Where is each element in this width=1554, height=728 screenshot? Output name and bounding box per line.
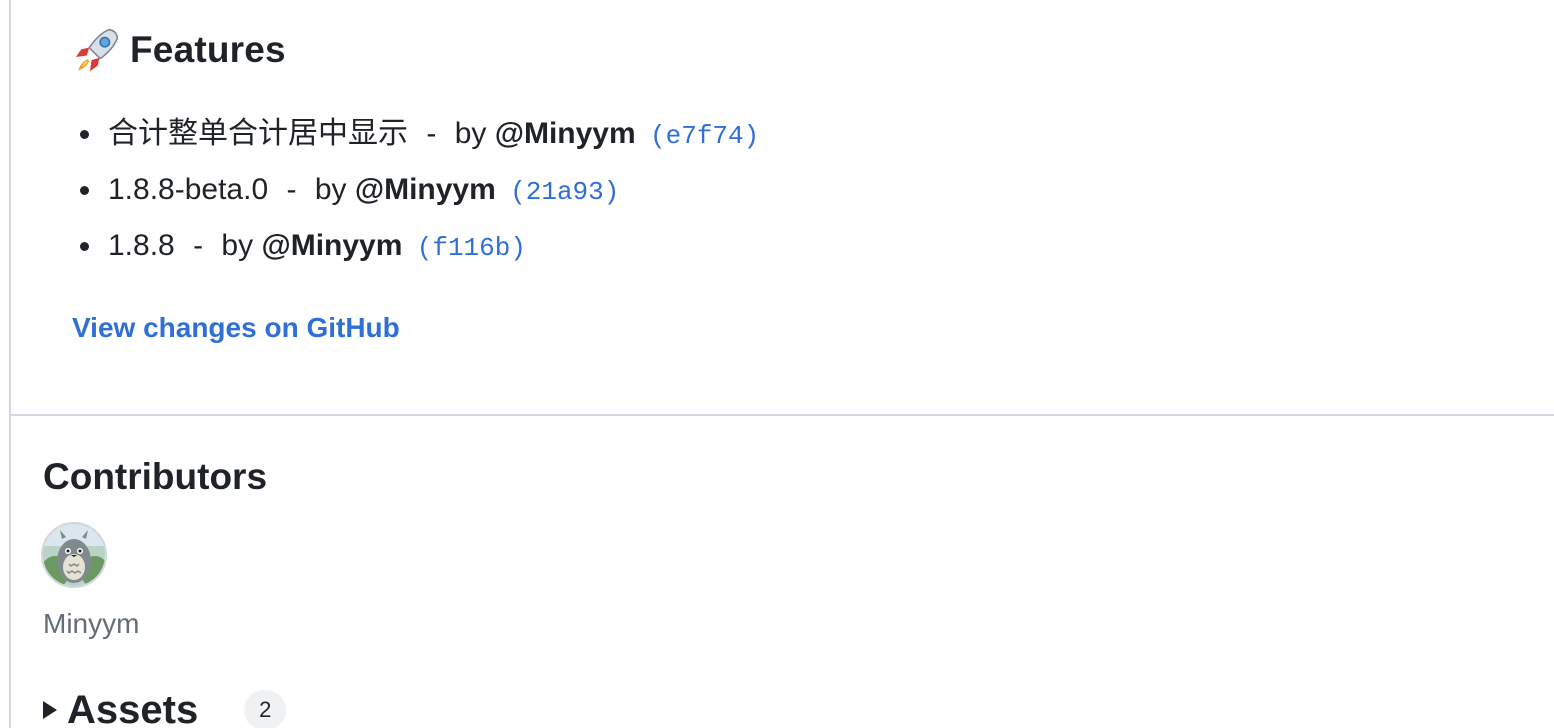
feature-by: by xyxy=(454,117,487,150)
author-mention-link[interactable]: @Minyym xyxy=(261,229,402,262)
feature-item: 1.8.8-beta.0 - by @Minyym (21a93) xyxy=(72,162,1472,218)
features-heading: Features xyxy=(72,22,1472,78)
feature-separator: - xyxy=(286,173,297,206)
rocket-icon xyxy=(75,28,119,72)
release-page: Features 合计整单合计居中显示 - by @Minyym (e7f74)… xyxy=(0,0,1554,728)
panel-left-border xyxy=(9,0,11,728)
bullet-icon xyxy=(80,242,89,251)
author-mention-link[interactable]: @Minyym xyxy=(355,173,496,206)
feature-separator: - xyxy=(193,229,204,262)
release-notes-body: Features 合计整单合计居中显示 - by @Minyym (e7f74)… xyxy=(72,22,1472,274)
feature-by: by xyxy=(314,173,347,206)
feature-text: 1.8.8 xyxy=(108,229,175,262)
bullet-icon xyxy=(80,186,89,195)
feature-separator: - xyxy=(426,117,437,150)
section-divider xyxy=(11,414,1554,416)
feature-item: 1.8.8 - by @Minyym (f116b) xyxy=(72,218,1472,274)
bullet-icon xyxy=(80,130,89,139)
feature-item: 合计整单合计居中显示 - by @Minyym (e7f74) xyxy=(72,106,1472,162)
feature-list: 合计整单合计居中显示 - by @Minyym (e7f74) 1.8.8-be… xyxy=(72,106,1472,274)
totoro-avatar-icon xyxy=(43,524,105,586)
contributor-name: Minyym xyxy=(43,608,140,639)
triangle-right-icon xyxy=(43,701,57,719)
features-heading-text: Features xyxy=(130,29,286,70)
contributor-avatar[interactable] xyxy=(41,522,107,588)
view-changes-link[interactable]: View changes on GitHub xyxy=(72,312,400,344)
commit-link[interactable]: (e7f74) xyxy=(650,121,759,151)
assets-count-badge: 2 xyxy=(244,690,287,728)
author-mention-link[interactable]: @Minyym xyxy=(495,117,636,150)
assets-title: Assets xyxy=(67,687,199,728)
contributors-title: Contributors xyxy=(43,456,268,497)
feature-text: 1.8.8-beta.0 xyxy=(108,173,269,206)
assets-toggle[interactable]: Assets 2 xyxy=(43,687,287,728)
commit-link[interactable]: (f116b) xyxy=(417,233,526,263)
feature-by: by xyxy=(221,229,254,262)
feature-text: 合计整单合计居中显示 xyxy=(108,117,408,150)
commit-link[interactable]: (21a93) xyxy=(510,177,619,207)
